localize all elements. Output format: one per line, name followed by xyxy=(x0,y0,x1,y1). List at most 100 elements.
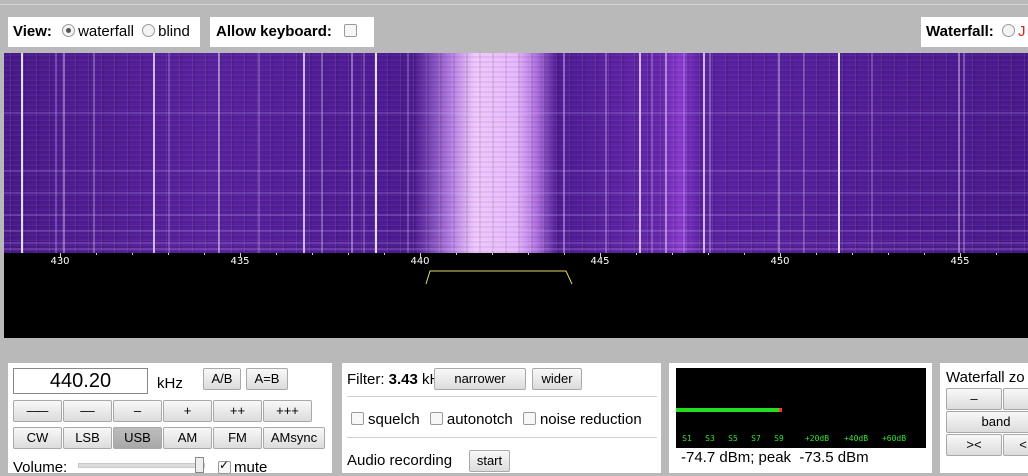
autonotch-label: autonotch xyxy=(446,411,513,428)
mode-amsync-button[interactable]: AMsync xyxy=(263,427,325,449)
volume-label: Volume: xyxy=(13,459,68,476)
scale-minor-tick xyxy=(312,253,313,255)
volume-slider[interactable] xyxy=(78,457,205,473)
smeter-peak-marker xyxy=(779,408,782,412)
scale-minor-tick xyxy=(456,253,457,255)
view-panel: View: waterfall blind xyxy=(8,17,200,47)
ab-button[interactable]: A/B xyxy=(203,368,241,390)
step-down-medium-button[interactable]: –– xyxy=(63,400,112,422)
tick-label-450: 450 xyxy=(770,256,790,267)
scale-minor-tick xyxy=(564,253,565,255)
scale-minor-tick xyxy=(888,253,889,255)
mode-am-button[interactable]: AM xyxy=(163,427,212,449)
scale-minor-tick xyxy=(852,253,853,255)
volume-slider-thumb[interactable] xyxy=(195,457,204,473)
view-blind-label[interactable]: blind xyxy=(158,23,190,40)
start-recording-button[interactable]: start xyxy=(469,450,510,472)
view-blind-radio[interactable] xyxy=(142,24,156,37)
waterfall-option-fragment: J xyxy=(1017,23,1026,40)
scale-minor-tick xyxy=(744,253,745,255)
autonotch-checkbox[interactable] xyxy=(429,412,443,425)
smeter-display: S1 S3 S5 S7 S9 +20dB +40dB +60dB xyxy=(676,368,926,448)
keyboard-label: Allow keyboard: xyxy=(216,23,332,40)
zoom-left-button[interactable]: < xyxy=(1003,434,1028,456)
scale-minor-tick xyxy=(924,253,925,255)
filter-value: 3.43 xyxy=(388,371,418,388)
mode-cw-button[interactable]: CW xyxy=(13,427,62,449)
waterfall-panel: Waterfall: J xyxy=(921,17,1028,47)
smeter-label-s7: S7 xyxy=(751,434,761,443)
view-waterfall-radio[interactable] xyxy=(62,24,76,37)
scale-minor-tick xyxy=(132,253,133,255)
zoom-swap-button[interactable]: >< xyxy=(946,434,1002,456)
zoom-panel: Waterfall zo – band >< < xyxy=(940,363,1028,473)
step-up-small-button[interactable]: + xyxy=(163,400,212,422)
zoom-title: Waterfall zo xyxy=(946,369,1025,386)
passband-indicator[interactable] xyxy=(424,267,574,287)
mute-label: mute xyxy=(234,459,268,476)
audio-recording-label: Audio recording xyxy=(347,452,453,469)
tick-label-435: 435 xyxy=(230,256,250,267)
scale-minor-tick xyxy=(276,253,277,255)
waterfall-label: Waterfall: xyxy=(926,23,994,40)
filter-divider-2 xyxy=(347,437,657,438)
smeter-label-s5: S5 xyxy=(728,434,738,443)
step-up-medium-button[interactable]: ++ xyxy=(213,400,262,422)
scale-minor-tick xyxy=(348,253,349,255)
filter-divider-1 xyxy=(347,396,657,397)
squelch-checkbox[interactable] xyxy=(351,412,364,425)
tick-label-445: 445 xyxy=(590,256,610,267)
tick-label-455: 455 xyxy=(950,256,970,267)
scale-minor-tick xyxy=(708,253,709,255)
smeter-readout: -74.7 dBm; peak -73.5 dBm xyxy=(681,449,869,466)
waterfall-display[interactable] xyxy=(4,53,1028,253)
frequency-input[interactable]: 440.20 xyxy=(13,368,148,394)
keyboard-panel: Allow keyboard: xyxy=(210,17,374,47)
step-up-large-button[interactable]: +++ xyxy=(263,400,312,422)
scale-minor-tick xyxy=(816,253,817,255)
zoom-out-button[interactable]: – xyxy=(946,388,1002,410)
view-control: View: waterfall blind xyxy=(13,23,190,40)
top-bar: View: waterfall blind Allow keyboard: Wa… xyxy=(0,0,1028,53)
zoom-band-button[interactable]: band xyxy=(946,411,1028,433)
scale-minor-tick xyxy=(384,253,385,255)
mode-usb-button[interactable]: USB xyxy=(113,427,162,449)
smeter-label-s9: S9 xyxy=(774,434,784,443)
noise-reduction-label: noise reduction xyxy=(539,411,642,428)
wider-button[interactable]: wider xyxy=(532,368,582,390)
waterfall-signal-lines xyxy=(4,53,1028,253)
step-down-small-button[interactable]: – xyxy=(113,400,162,422)
waterfall-option-radio[interactable] xyxy=(1001,24,1015,37)
squelch-label: squelch xyxy=(368,411,420,428)
filter-label: Filter: xyxy=(347,371,385,388)
zoom-in-button[interactable] xyxy=(1003,388,1028,410)
smeter-label-plus60: +60dB xyxy=(881,434,907,443)
scale-minor-tick xyxy=(528,253,529,255)
mode-fm-button[interactable]: FM xyxy=(213,427,262,449)
view-waterfall-label[interactable]: waterfall xyxy=(78,23,134,40)
scale-minor-tick xyxy=(168,253,169,255)
scale-minor-tick xyxy=(672,253,673,255)
tick-label-440: 440 xyxy=(410,256,430,267)
scale-minor-tick xyxy=(492,253,493,255)
smeter-label-plus40: +40dB xyxy=(843,434,869,443)
scale-minor-tick xyxy=(96,253,97,255)
smeter-label-s3: S3 xyxy=(705,434,715,443)
step-down-large-button[interactable]: ––– xyxy=(13,400,62,422)
smeter-label-s1: S1 xyxy=(682,434,692,443)
frequency-panel: 440.20 kHz A/B A=B ––– –– – + ++ +++ CW … xyxy=(8,363,332,476)
narrower-button[interactable]: narrower xyxy=(434,368,526,390)
scale-minor-tick xyxy=(204,253,205,255)
smeter-label-plus20: +20dB xyxy=(804,434,830,443)
scale-minor-tick xyxy=(996,253,997,255)
top-divider xyxy=(0,4,1028,5)
keyboard-checkbox[interactable] xyxy=(344,24,358,37)
smeter-level-bar xyxy=(676,408,779,412)
a-equals-b-button[interactable]: A=B xyxy=(246,368,288,390)
scale-minor-tick xyxy=(636,253,637,255)
noise-reduction-checkbox[interactable] xyxy=(522,412,536,425)
filter-panel: Filter: 3.43 kHz narrower wider squelch … xyxy=(342,363,661,473)
frequency-scale[interactable]: 430 435 440 445 450 455 xyxy=(4,253,1028,338)
mode-lsb-button[interactable]: LSB xyxy=(63,427,112,449)
mute-checkbox[interactable] xyxy=(218,458,231,474)
